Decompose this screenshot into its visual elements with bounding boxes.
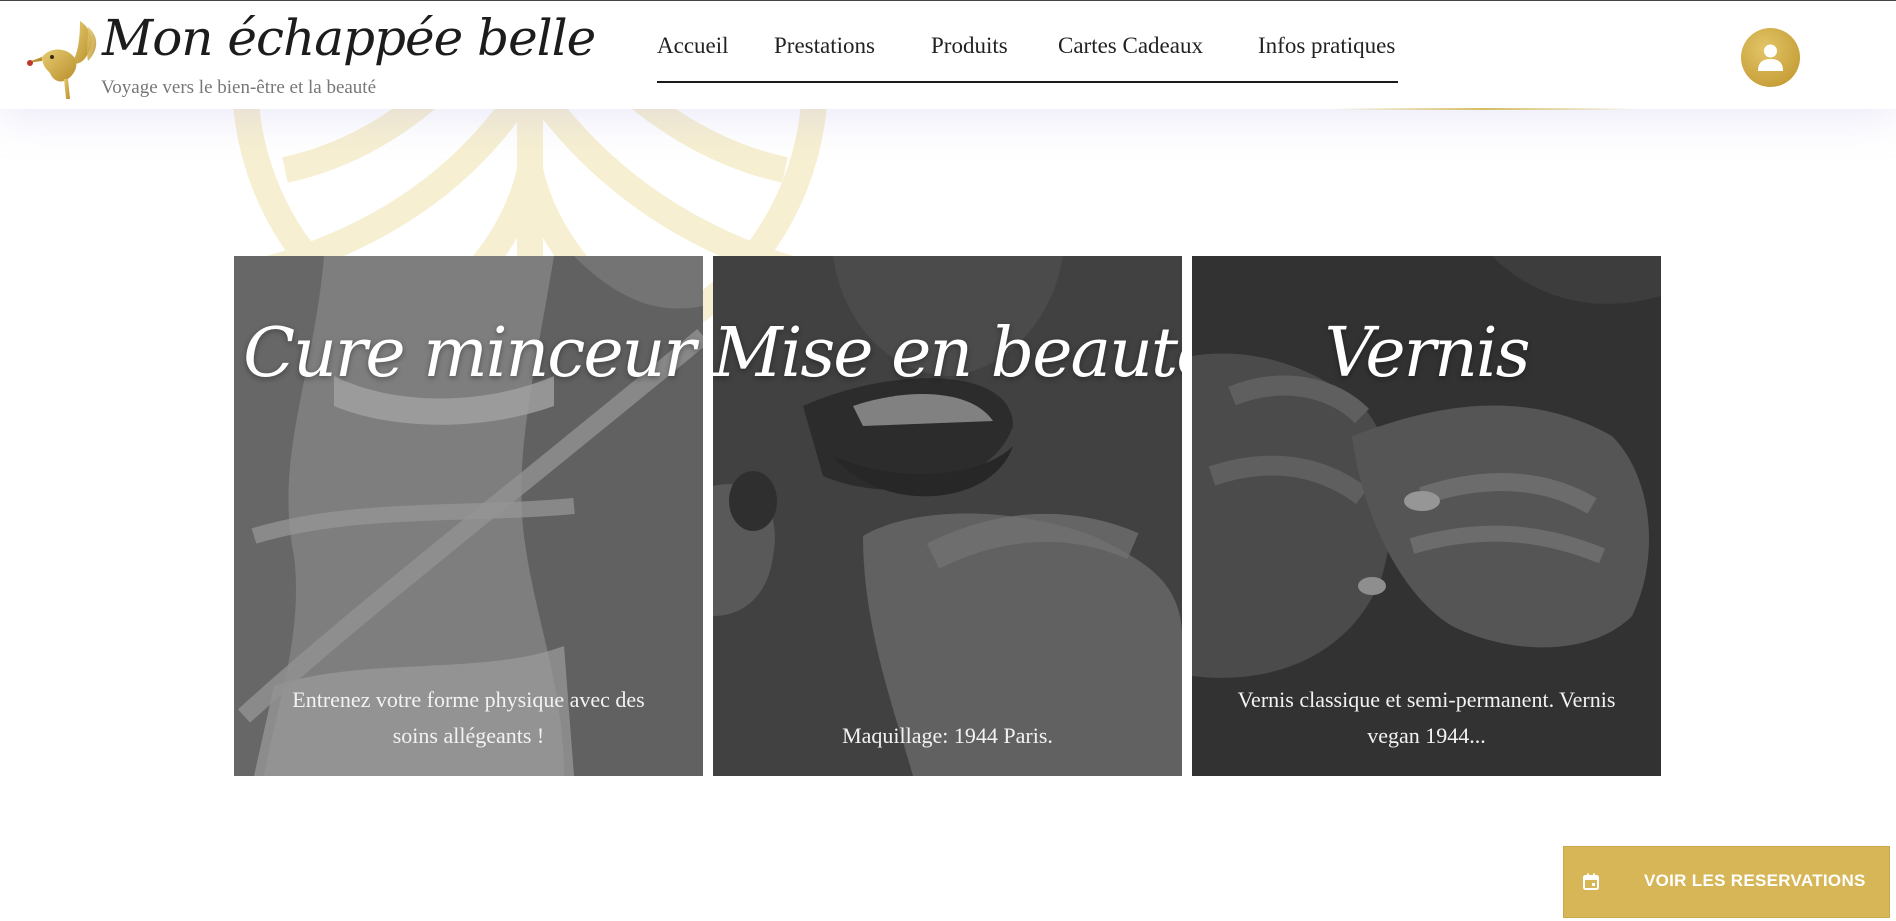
card-vernis[interactable]: Vernis Vernis classique et semi-permanen… (1192, 256, 1661, 776)
card-description: Vernis classique et semi-permanent. Vern… (1237, 687, 1616, 748)
account-button[interactable] (1741, 28, 1800, 87)
card-title: Mise en beauté (713, 314, 1182, 393)
card-description: Entrenez votre forme physique avec des s… (292, 687, 645, 748)
card-title: Vernis (1324, 314, 1530, 393)
card-mise-en-beaute[interactable]: Mise en beauté Maquillage: 1944 Paris. (713, 256, 1182, 776)
page: Mon échappée belle Voyage vers le bien-ê… (0, 0, 1896, 921)
card-cure-minceur[interactable]: Cure minceur Entrenez votre forme physiq… (234, 256, 703, 776)
hummingbird-icon[interactable] (22, 19, 100, 101)
nav-item-cartes-cadeaux[interactable]: Cartes Cadeaux (1058, 33, 1203, 59)
header-gold-accent (1335, 108, 1635, 110)
user-icon (1758, 44, 1783, 71)
reservation-label: VOIR LES RESERVATIONS (1644, 871, 1866, 890)
voir-reservations-button[interactable]: VOIR LES RESERVATIONS (1563, 846, 1890, 918)
nav-item-accueil[interactable]: Accueil (657, 33, 729, 59)
brand-tagline: Voyage vers le bien-être et la beauté (101, 77, 377, 98)
nav-item-produits[interactable]: Produits (931, 33, 1008, 59)
card-title: Cure minceur (243, 314, 696, 393)
nav-item-prestations[interactable]: Prestations (774, 33, 875, 59)
nav-underline (657, 81, 1398, 83)
calendar-icon (1583, 873, 1599, 890)
card-description: Maquillage: 1944 Paris. (842, 723, 1053, 748)
main-nav: Accueil Prestations Produits Cartes Cade… (657, 33, 1398, 83)
nav-item-infos-pratiques[interactable]: Infos pratiques (1258, 33, 1395, 59)
site-header: Mon échappée belle Voyage vers le bien-ê… (0, 0, 1896, 109)
brand-title[interactable]: Mon échappée belle (102, 9, 596, 67)
